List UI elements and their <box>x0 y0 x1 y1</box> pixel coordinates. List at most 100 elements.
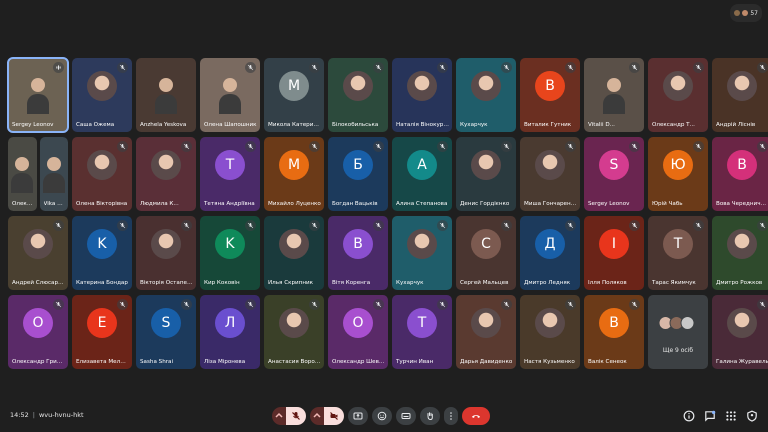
participant-name: Алина Степанова <box>396 201 448 207</box>
participant-tile[interactable]: B Валік Сенеок <box>584 295 644 369</box>
mic-muted-icon <box>309 299 320 310</box>
more-participants-label: Ще 9 осіб <box>662 347 694 354</box>
participant-tile[interactable]: Білокобильська <box>328 58 388 132</box>
participant-tile[interactable]: Олена Вікторівна <box>72 137 132 211</box>
camera-off-button[interactable] <box>324 407 344 425</box>
mic-options-chevron-icon[interactable] <box>272 407 286 425</box>
participant-tile[interactable]: Ю Юрій Чабь <box>648 137 708 211</box>
participant-name: Дарья Давиденко <box>460 359 513 365</box>
avatar <box>471 308 501 339</box>
participant-tile[interactable]: Андрій Ліснів <box>712 58 768 132</box>
more-options-button[interactable] <box>444 407 458 425</box>
captions-icon <box>401 413 411 419</box>
participant-tile[interactable]: Д Дмитро Ледняк <box>520 216 580 290</box>
participant-name: Олександр Шевченко <box>332 359 385 365</box>
participant-tile[interactable]: Л Ліза Міронева <box>200 295 260 369</box>
activities-button[interactable] <box>725 410 737 422</box>
avatar <box>23 229 53 260</box>
participant-tile[interactable]: Миша Гончаренко <box>520 137 580 211</box>
participant-name: Елизавета Мельник <box>76 359 129 365</box>
avatar: Л <box>215 308 245 339</box>
mic-muted-icon <box>373 220 384 231</box>
top-bar: 57 <box>730 4 762 22</box>
participant-tile[interactable]: Саша Ожема <box>72 58 132 132</box>
participant-tile[interactable]: S Sasha Shrai <box>136 295 196 369</box>
participant-tile[interactable]: Андрей Слюсаренко <box>8 216 68 290</box>
mic-control-group <box>272 407 306 425</box>
participant-tile[interactable]: Sergey Leonov <box>7 57 69 133</box>
participant-tile[interactable]: Галина Журавель <box>712 295 768 369</box>
mic-muted-icon <box>309 220 320 231</box>
participant-tile[interactable]: Олексі... <box>8 137 37 211</box>
camera-options-chevron-icon[interactable] <box>310 407 324 425</box>
avatar <box>151 229 181 260</box>
participant-tile[interactable]: M Микола Катеринчук <box>264 58 324 132</box>
participant-tile[interactable]: T Тарас Якимчук <box>648 216 708 290</box>
raise-hand-button[interactable] <box>420 407 440 425</box>
participant-tile[interactable]: Дарья Давиденко <box>456 295 516 369</box>
participant-tile[interactable]: Олександр Т... <box>648 58 708 132</box>
avatar: Ю <box>663 150 693 181</box>
participant-tile[interactable]: Кухарчук <box>392 216 452 290</box>
participant-tile[interactable]: T Турчин Иван <box>392 295 452 369</box>
participant-tile[interactable]: T Тетяна Андріївна <box>200 137 260 211</box>
participant-tile[interactable]: Наталія Вінокурова <box>392 58 452 132</box>
participant-tile[interactable]: Anzhela Yeskova <box>136 58 196 132</box>
mic-muted-icon <box>373 299 384 310</box>
participant-tile[interactable]: B Вова Чередниченко <box>712 137 768 211</box>
participant-tile[interactable]: Дмитро Рожков <box>712 216 768 290</box>
participant-tile[interactable]: I Ілля Поляков <box>584 216 644 290</box>
end-call-button[interactable] <box>462 407 490 425</box>
speaking-indicator-icon <box>53 62 64 73</box>
participant-tile[interactable]: Денис Гордієнко <box>456 137 516 211</box>
participant-name: Кухарчук <box>396 280 424 286</box>
participant-tile[interactable]: Анастасия Воронова <box>264 295 324 369</box>
participant-tile[interactable]: C Сергей Мальцев <box>456 216 516 290</box>
participant-tile[interactable]: A Алина Степанова <box>392 137 452 211</box>
participant-tile[interactable]: Б Богдан Вацьків <box>328 137 388 211</box>
avatar: B <box>599 308 629 339</box>
participant-name: Катерина Бондар <box>76 280 128 286</box>
more-participants-tile[interactable]: Ще 9 осіб <box>648 295 708 369</box>
participant-tile[interactable]: B Вітя Коренга <box>328 216 388 290</box>
participant-tile-group[interactable]: Олексі... Vika Ry... <box>8 137 68 211</box>
mic-muted-icon <box>117 299 128 310</box>
participant-tile[interactable]: M Михайло Луценко <box>264 137 324 211</box>
participant-name: Олена Шапошник <box>204 122 257 128</box>
participant-name: Микола Катеринчук <box>268 122 321 128</box>
meeting-code: wvu-hvnu-hkt <box>38 411 84 419</box>
apps-grid-icon <box>726 411 736 421</box>
chat-button[interactable] <box>704 410 716 422</box>
participant-name: Денис Гордієнко <box>460 201 510 207</box>
mic-muted-icon <box>437 62 448 73</box>
mic-muted-icon <box>629 62 640 73</box>
participant-tile[interactable]: Илья Скрипник <box>264 216 324 290</box>
avatar <box>407 71 437 102</box>
participant-tile[interactable]: Олена Шапошник <box>200 58 260 132</box>
participant-tile[interactable]: Vika Ry... <box>39 137 68 211</box>
mic-muted-icon <box>629 141 640 152</box>
participant-tile[interactable]: Людмила К... <box>136 137 196 211</box>
avatar <box>727 229 757 260</box>
participant-tile[interactable]: Кухарчук <box>456 58 516 132</box>
participant-tile[interactable]: Vitalii D... <box>584 58 644 132</box>
participant-tile[interactable]: K Катерина Бондар <box>72 216 132 290</box>
avatar <box>727 71 757 102</box>
participant-tile[interactable]: Настя Кузьменко <box>520 295 580 369</box>
captions-button[interactable] <box>396 407 416 425</box>
participant-name: Андрій Ліснів <box>716 122 756 128</box>
participant-tile[interactable]: S Sergey Leonov <box>584 137 644 211</box>
participant-tile[interactable]: O Олександр Шевченко <box>328 295 388 369</box>
present-screen-button[interactable] <box>348 407 368 425</box>
participant-tile[interactable]: O Олександр Гринько <box>8 295 68 369</box>
participant-tile[interactable]: E Елизавета Мельник <box>72 295 132 369</box>
host-controls-button[interactable] <box>746 410 758 422</box>
participants-count-badge[interactable]: 57 <box>730 4 762 22</box>
reactions-button[interactable] <box>372 407 392 425</box>
participant-tile[interactable]: B Виталик Гутник <box>520 58 580 132</box>
participant-tile[interactable]: Вікторія Остапенко <box>136 216 196 290</box>
mic-off-button[interactable] <box>286 407 306 425</box>
meeting-details-button[interactable] <box>683 410 695 422</box>
participant-tile[interactable]: K Кир Коковін <box>200 216 260 290</box>
avatar: T <box>407 308 437 339</box>
